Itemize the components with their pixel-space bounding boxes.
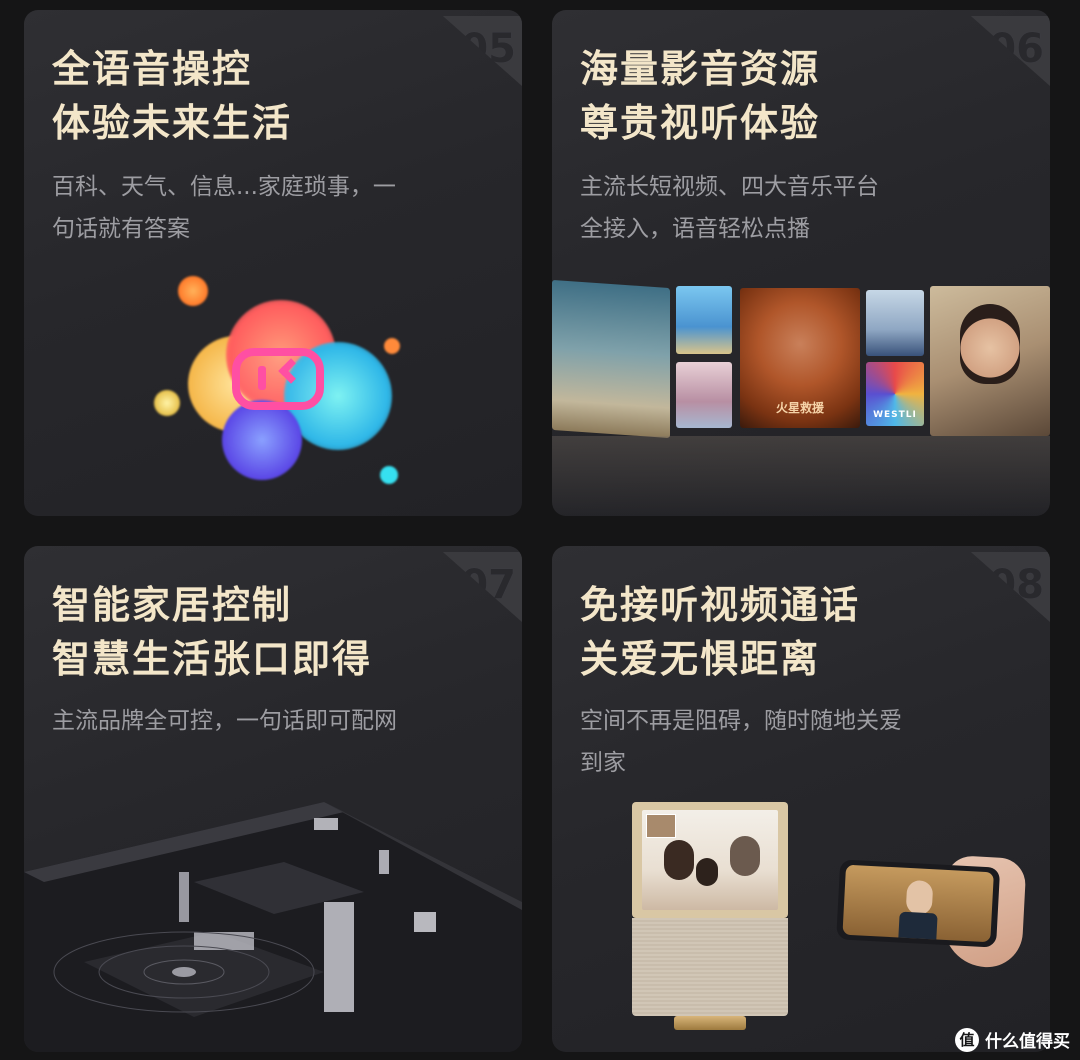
card-desc-line1: 空间不再是阻碍，随时随地关爱 bbox=[580, 708, 902, 734]
poster-small-top bbox=[676, 286, 732, 354]
card-title: 海量影音资源 尊贵视听体验 bbox=[580, 42, 820, 150]
poster-small-top-2 bbox=[866, 290, 924, 356]
media-posters-wall: 火星救援 WESTLI bbox=[552, 276, 1050, 516]
feature-card-video-call: 08 免接听视频通话 关爱无惧距离 空间不再是阻碍，随时随地关爱 到家 bbox=[552, 546, 1050, 1052]
card-desc-line1: 百科、天气、信息...家庭琐事，一 bbox=[52, 174, 396, 200]
watermark-text: 什么值得买 bbox=[985, 1032, 1070, 1052]
device-screen-family-video bbox=[642, 810, 778, 910]
card-description: 主流品牌全可控，一句话即可配网 bbox=[52, 700, 492, 742]
card-desc-line2: 句话就有答案 bbox=[52, 216, 190, 242]
card-number-badge: 06 bbox=[970, 16, 1050, 86]
card-desc-line1: 主流长短视频、四大音乐平台 bbox=[580, 174, 879, 200]
card-title-line1: 智能家居控制 bbox=[52, 583, 293, 627]
card-title-line2: 关爱无惧距离 bbox=[580, 637, 821, 681]
card-number-badge: 08 bbox=[970, 552, 1050, 622]
card-title-line1: 全语音操控 bbox=[52, 47, 253, 91]
card-title-line1: 免接听视频通话 bbox=[580, 583, 861, 627]
posters-reflection bbox=[552, 436, 1050, 516]
poster-dune bbox=[552, 279, 670, 439]
card-description: 百科、天气、信息...家庭琐事，一 句话就有答案 bbox=[52, 166, 492, 250]
poster-small-bottom bbox=[676, 362, 732, 428]
phone-video-call bbox=[836, 854, 1027, 969]
card-desc-line1: 主流品牌全可控，一句话即可配网 bbox=[52, 708, 397, 734]
card-number-badge: 05 bbox=[442, 16, 522, 86]
card-desc-line2: 到家 bbox=[580, 750, 626, 776]
card-title: 智能家居控制 智慧生活张口即得 bbox=[52, 578, 372, 686]
device-stand bbox=[674, 1016, 746, 1030]
card-number-badge: 07 bbox=[442, 552, 522, 622]
card-title: 全语音操控 体验未来生活 bbox=[52, 42, 292, 150]
smart-home-floorplan-illustration bbox=[24, 802, 522, 1052]
device-speaker-fabric bbox=[632, 918, 788, 1016]
card-title-line2: 智慧生活张口即得 bbox=[52, 637, 373, 681]
voice-assistant-orb-icon bbox=[154, 260, 414, 490]
card-title-line2: 尊贵视听体验 bbox=[580, 101, 821, 145]
poster-portrait bbox=[930, 286, 1050, 436]
phone-screen bbox=[842, 864, 994, 943]
card-desc-line2: 全接入，语音轻松点播 bbox=[580, 216, 810, 242]
feature-card-smart-home: 07 智能家居控制 智慧生活张口即得 主流品牌全可控，一句话即可配网 bbox=[24, 546, 522, 1052]
smzdm-logo-icon: 值 bbox=[955, 1027, 979, 1052]
poster-martian: 火星救援 bbox=[740, 288, 860, 428]
card-title-line2: 体验未来生活 bbox=[52, 101, 293, 145]
card-title: 免接听视频通话 关爱无惧距离 bbox=[580, 578, 860, 686]
poster-westlife-title: WESTLI bbox=[873, 410, 917, 420]
card-description: 主流长短视频、四大音乐平台 全接入，语音轻松点播 bbox=[580, 166, 1020, 250]
poster-westlife: WESTLI bbox=[866, 362, 924, 426]
smart-display-device bbox=[632, 802, 788, 1032]
card-description: 空间不再是阻碍，随时随地关爱 到家 bbox=[580, 700, 1020, 784]
feature-card-voice-control: 05 全语音操控 体验未来生活 百科、天气、信息...家庭琐事，一 句话就有答案 bbox=[24, 10, 522, 516]
feature-card-media-resources: 06 海量影音资源 尊贵视听体验 主流长短视频、四大音乐平台 全接入，语音轻松点… bbox=[552, 10, 1050, 516]
poster-martian-title: 火星救援 bbox=[775, 401, 824, 415]
watermark: 值 什么值得买 bbox=[955, 1027, 1070, 1052]
card-title-line1: 海量影音资源 bbox=[580, 47, 821, 91]
